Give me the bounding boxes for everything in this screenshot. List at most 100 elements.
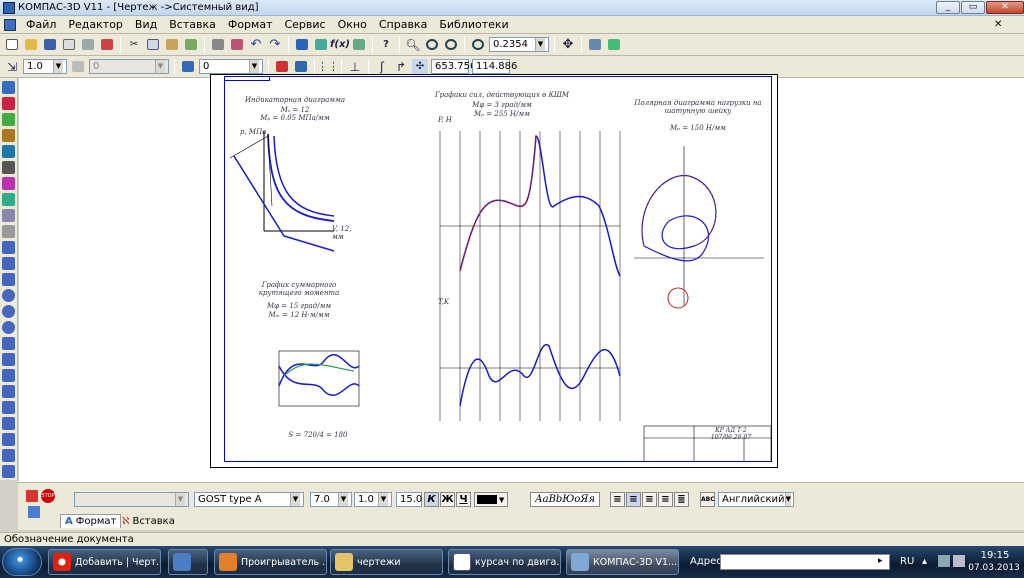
- menu-format[interactable]: Формат: [222, 18, 279, 31]
- layer-icon[interactable]: [180, 59, 196, 75]
- zoom-in-icon[interactable]: [424, 37, 440, 53]
- xy-cursor-icon[interactable]: ✣: [412, 58, 428, 75]
- preview-icon[interactable]: [61, 37, 77, 53]
- spline-tool-icon[interactable]: [2, 337, 15, 350]
- grid-toggle-icon[interactable]: ⋮⋮: [317, 59, 339, 75]
- address-input[interactable]: [720, 554, 890, 570]
- menu-help[interactable]: Справка: [373, 18, 433, 31]
- parametrize-tool-icon[interactable]: [2, 145, 15, 158]
- task-document[interactable]: курсач по двига...: [448, 549, 561, 575]
- align-left-icon[interactable]: ≡: [610, 492, 625, 507]
- cursor-step-field[interactable]: 1.0 ▼: [23, 59, 67, 74]
- print-icon[interactable]: [80, 37, 96, 53]
- underline-button[interactable]: Ч: [456, 492, 471, 507]
- align-right-icon[interactable]: ≡: [642, 492, 657, 507]
- brush-icon[interactable]: [229, 37, 245, 53]
- x-coordinate-field[interactable]: 653.756: [431, 59, 476, 74]
- minimize-button[interactable]: _: [936, 1, 960, 14]
- italic-button[interactable]: К: [424, 492, 439, 507]
- undo-icon[interactable]: ↶: [248, 37, 264, 53]
- narrowing-dropdown-icon[interactable]: ▼: [378, 493, 388, 506]
- panel-help-icon[interactable]: [28, 506, 40, 518]
- task-player[interactable]: Проигрыватель ...: [214, 549, 327, 575]
- color-dropdown-icon[interactable]: ▼: [499, 496, 504, 504]
- bold-button[interactable]: Ж: [440, 492, 455, 507]
- tree-icon[interactable]: [313, 37, 329, 53]
- close-button[interactable]: ✕: [986, 1, 1024, 14]
- select-tool-icon[interactable]: [2, 177, 15, 190]
- arc-tool-icon[interactable]: [2, 321, 15, 334]
- grid-icon[interactable]: [351, 37, 367, 53]
- circle-tool-icon[interactable]: [2, 289, 15, 302]
- font-dropdown-icon[interactable]: ▼: [290, 493, 300, 506]
- menu-service[interactable]: Сервис: [278, 18, 331, 31]
- menu-file[interactable]: Файл: [20, 18, 62, 31]
- fillet-tool-icon[interactable]: [2, 417, 15, 430]
- round-icon[interactable]: ↱: [393, 59, 409, 75]
- task-folder[interactable]: чертежи: [330, 549, 443, 575]
- polyline-tool-icon[interactable]: [2, 353, 15, 366]
- clock-date[interactable]: 07.03.2013: [966, 563, 1022, 573]
- address-go-icon[interactable]: ▸: [878, 556, 883, 566]
- font-field[interactable]: GOST type A ▼: [194, 492, 304, 507]
- align-center-icon[interactable]: ≡: [626, 492, 641, 507]
- function-icon[interactable]: f(x): [330, 37, 350, 53]
- pan-icon[interactable]: ✥: [560, 37, 576, 53]
- equidistant-tool-icon[interactable]: [2, 465, 15, 478]
- snap-icon[interactable]: ⇲: [4, 59, 20, 75]
- symbols-tool-icon[interactable]: [2, 113, 15, 126]
- task-opera[interactable]: Добавить | Черт...: [48, 549, 161, 575]
- save-icon[interactable]: [42, 37, 58, 53]
- style-dropdown-icon[interactable]: ▼: [175, 493, 185, 506]
- zoom-field[interactable]: 0.2354 ▼: [489, 37, 549, 52]
- doc-close-icon[interactable]: ✕: [994, 19, 1002, 30]
- task-kompas[interactable]: КОМПАС-3D V1...: [566, 549, 679, 575]
- layers-icon[interactable]: [606, 37, 622, 53]
- layer-field[interactable]: 0 ▼: [199, 59, 263, 74]
- pdf-icon[interactable]: [99, 37, 115, 53]
- ellipse-tool-icon[interactable]: [2, 305, 15, 318]
- zoom-out-icon[interactable]: [443, 37, 459, 53]
- manager-icon[interactable]: [294, 37, 310, 53]
- local-cs-icon[interactable]: [274, 59, 290, 75]
- parametric-icon[interactable]: ʃ: [374, 59, 390, 75]
- start-button[interactable]: [2, 548, 42, 576]
- stop-icon[interactable]: STOP: [41, 489, 55, 503]
- align-width-icon[interactable]: ≣: [674, 492, 689, 507]
- language-indicator[interactable]: RU: [900, 556, 914, 567]
- zoom-dropdown-icon[interactable]: ▼: [535, 38, 545, 51]
- style-field[interactable]: ▼: [74, 492, 189, 507]
- menu-view[interactable]: Вид: [129, 18, 163, 31]
- tab-format[interactable]: A Формат: [60, 514, 122, 528]
- help-icon[interactable]: ?: [378, 37, 394, 53]
- zoom-scale-icon[interactable]: [470, 37, 486, 53]
- zoom-window-icon[interactable]: 🔍︎: [405, 37, 421, 53]
- polygon-tool-icon[interactable]: [2, 385, 15, 398]
- snaps-icon[interactable]: [293, 59, 309, 75]
- format-paint-icon[interactable]: [183, 37, 199, 53]
- language-field[interactable]: Английский ▼: [718, 492, 794, 507]
- volume-icon[interactable]: [953, 555, 965, 567]
- height-dropdown-icon[interactable]: ▼: [338, 493, 348, 506]
- ortho-icon[interactable]: ⊥: [347, 59, 363, 75]
- dimensions-tool-icon[interactable]: [2, 97, 15, 110]
- cut-icon[interactable]: ✂: [126, 37, 142, 53]
- enter-icon[interactable]: [26, 490, 38, 502]
- chamfer-tool-icon[interactable]: [2, 401, 15, 414]
- new-icon[interactable]: [4, 37, 20, 53]
- properties-icon[interactable]: [210, 37, 226, 53]
- y-coordinate-field[interactable]: 114.886: [472, 59, 517, 74]
- menu-libraries[interactable]: Библиотеки: [433, 18, 514, 31]
- menu-window[interactable]: Окно: [332, 18, 373, 31]
- paste-icon[interactable]: [164, 37, 180, 53]
- segment-tool-icon[interactable]: [2, 273, 15, 286]
- tray-expand-icon[interactable]: ▴: [922, 556, 927, 567]
- tab-insert[interactable]: ℵ Вставка: [118, 514, 179, 528]
- copy-icon[interactable]: [145, 37, 161, 53]
- clock-time[interactable]: 19:15: [972, 550, 1018, 561]
- contour-tool-icon[interactable]: [2, 449, 15, 462]
- network-icon[interactable]: [938, 555, 950, 567]
- maximize-button[interactable]: ▭: [961, 1, 985, 14]
- menu-insert[interactable]: Вставка: [163, 18, 222, 31]
- refresh-icon[interactable]: [587, 37, 603, 53]
